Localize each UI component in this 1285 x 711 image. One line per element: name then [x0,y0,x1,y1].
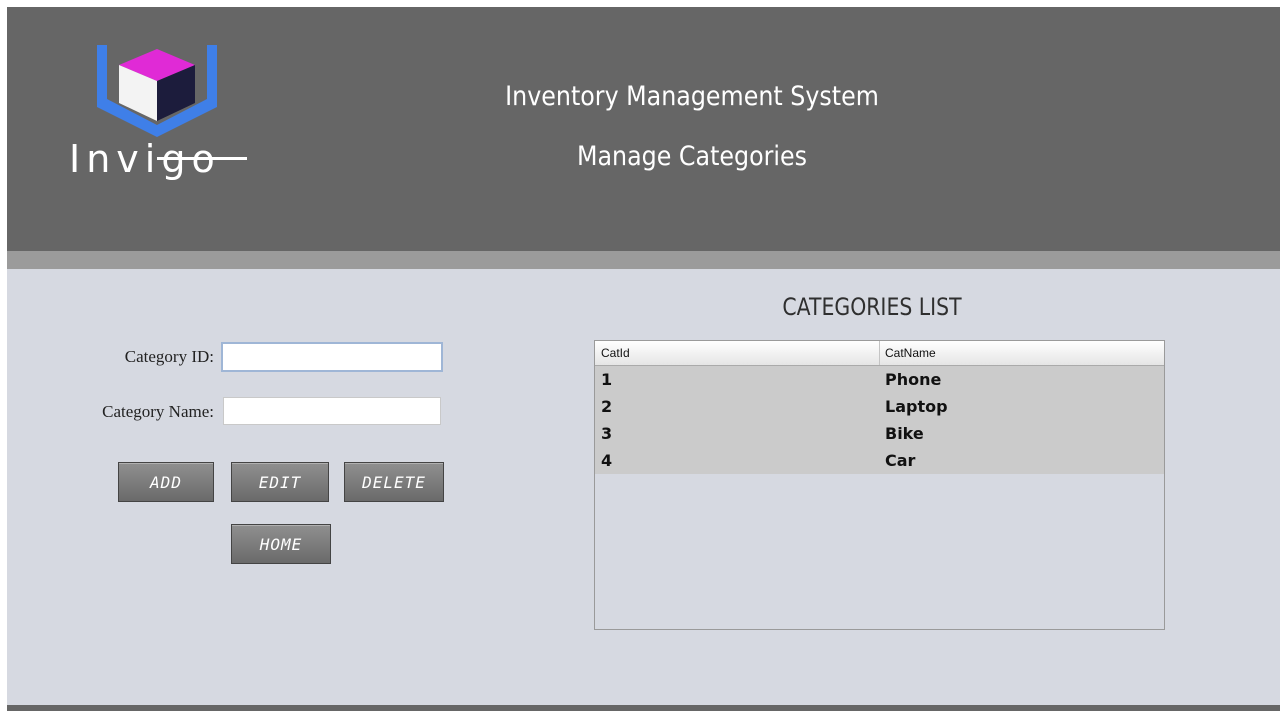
categories-list-title: CATEGORIES LIST [782,293,962,321]
table-header: CatId CatName [595,341,1164,366]
cell-catname: Laptop [885,397,948,416]
category-name-input[interactable] [223,397,441,425]
cell-catid: 2 [601,397,613,416]
app-window: Invigo Inventory Management System Manag… [7,7,1280,711]
cell-catname: Bike [885,424,924,443]
edit-button[interactable]: EDIT [231,462,329,502]
table-row[interactable]: 1 Phone [595,366,1164,393]
header-divider [7,251,1280,269]
add-button[interactable]: ADD [118,462,214,502]
cell-catid: 4 [601,451,613,470]
categories-table[interactable]: CatId CatName 1 Phone 2 Laptop 3 Bike 4 … [594,340,1165,630]
column-separator [879,341,880,365]
column-header-catid[interactable]: CatId [601,346,630,360]
delete-button[interactable]: DELETE [344,462,444,502]
category-id-input[interactable] [221,342,443,372]
table-body: 1 Phone 2 Laptop 3 Bike 4 Car [595,366,1164,474]
table-row[interactable]: 4 Car [595,447,1164,474]
cell-catid: 3 [601,424,613,443]
page-subtitle: Manage Categories [576,141,808,172]
cell-catname: Phone [885,370,942,389]
table-row[interactable]: 3 Bike [595,420,1164,447]
cell-catname: Car [885,451,916,470]
app-title: Inventory Management System [505,81,879,112]
column-header-catname[interactable]: CatName [885,346,936,360]
table-row[interactable]: 2 Laptop [595,393,1164,420]
footer-bar [7,705,1280,711]
category-name-label: Category Name: [102,402,214,421]
header-banner: Invigo Inventory Management System Manag… [7,7,1280,251]
home-button[interactable]: HOME [231,524,331,564]
logo-underline [157,157,247,160]
cell-catid: 1 [601,370,613,389]
category-id-label: Category ID: [124,347,214,366]
